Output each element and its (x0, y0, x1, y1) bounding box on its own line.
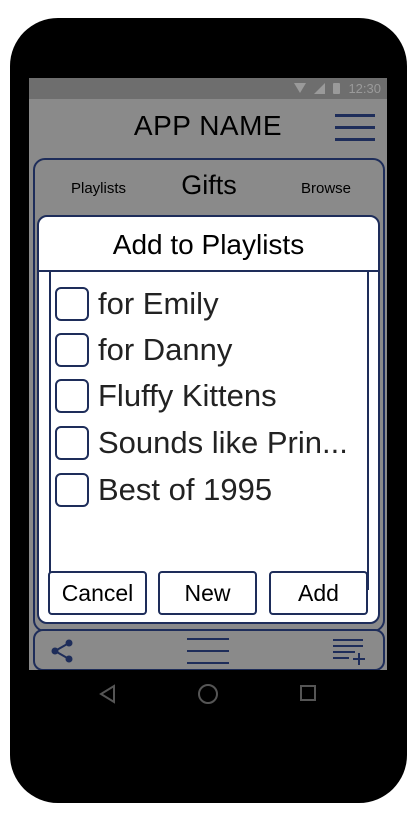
battery-icon (333, 82, 341, 94)
hamburger-menu-icon[interactable] (335, 114, 375, 144)
list-item[interactable]: Sounds like Prin... (55, 423, 375, 463)
recent-apps-icon[interactable] (300, 685, 316, 701)
add-button[interactable]: Add (269, 571, 368, 615)
playlist-label: for Emily (98, 286, 219, 321)
menu-icon[interactable] (187, 636, 229, 666)
cancel-button[interactable]: Cancel (48, 571, 147, 615)
share-icon[interactable] (49, 638, 75, 664)
status-bar: 12:30 (29, 78, 387, 99)
playlist-checkbox[interactable] (55, 333, 89, 367)
dialog-title: Add to Playlists (39, 217, 378, 272)
playlist-label: for Danny (98, 332, 233, 367)
tab-browse[interactable]: Browse (301, 180, 351, 197)
wifi-icon (294, 83, 307, 93)
playlist-label: Fluffy Kittens (98, 378, 277, 413)
playlist-list: for Emily for Danny Fluffy Kittens Sound… (49, 272, 369, 590)
app-title: APP NAME (133, 110, 283, 141)
new-button[interactable]: New (158, 571, 257, 615)
list-item[interactable]: for Emily (55, 284, 375, 324)
list-item[interactable]: for Danny (55, 330, 375, 370)
playlist-checkbox[interactable] (55, 287, 89, 321)
list-item[interactable]: Fluffy Kittens (55, 376, 375, 416)
signal-icon (314, 82, 326, 94)
playlist-checkbox[interactable] (55, 379, 89, 413)
back-icon[interactable] (98, 684, 118, 704)
system-nav-bar (0, 676, 416, 716)
playlist-label: Sounds like Prin... (98, 425, 348, 460)
playlist-label: Best of 1995 (98, 472, 273, 507)
add-to-playlists-dialog: Add to Playlists for Emily for Danny Flu… (37, 215, 380, 624)
playlist-add-icon[interactable] (331, 637, 367, 665)
playlist-checkbox[interactable] (55, 473, 89, 507)
tabs-row: Playlists Gifts Browse (35, 160, 383, 218)
home-icon[interactable] (198, 684, 218, 704)
status-time: 12:30 (348, 80, 381, 96)
playlist-checkbox[interactable] (55, 426, 89, 460)
status-icons: 12:30 (294, 80, 381, 96)
list-item[interactable]: Best of 1995 (55, 470, 375, 510)
bottom-bar (33, 629, 385, 670)
